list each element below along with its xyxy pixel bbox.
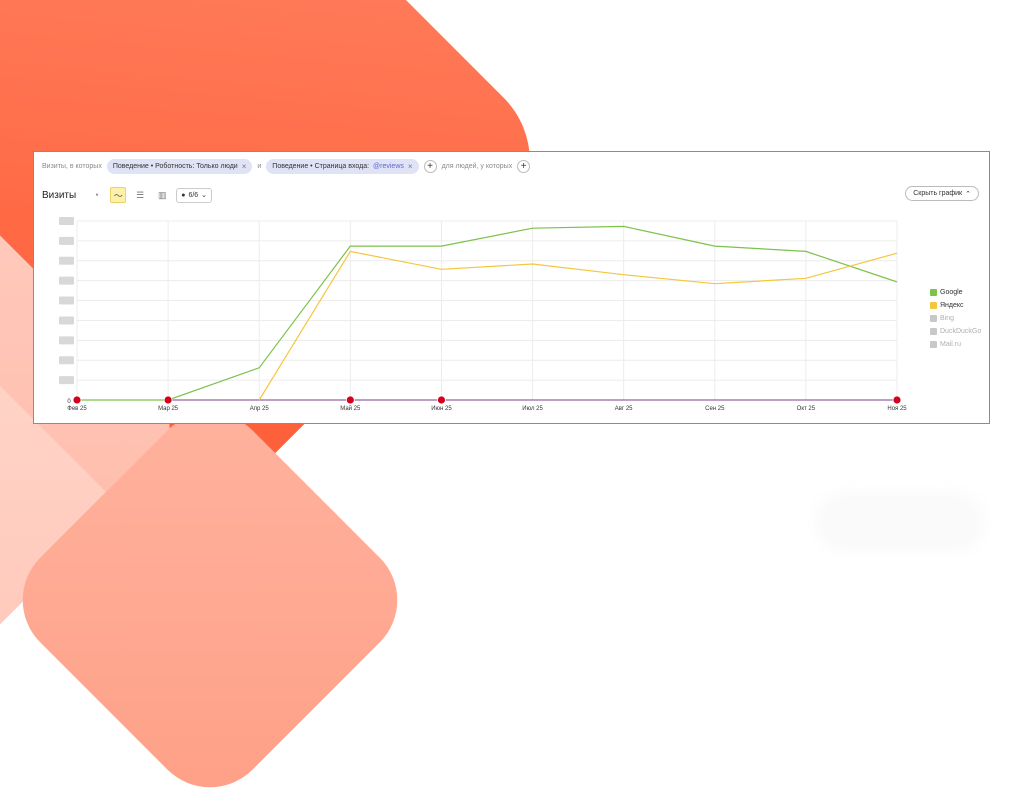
annotation-marker [164,396,172,404]
x-tick-label: Май 25 [340,405,361,412]
x-tick-label: Ноя 25 [887,406,907,412]
legend-label: Mail.ru [940,341,961,348]
x-tick-label: Июл 25 [522,406,543,412]
x-tick-label: Фев 25 [67,406,87,412]
legend-item[interactable]: Mail.ru [930,338,981,351]
annotation-marker [893,396,901,404]
series-line [259,251,897,400]
x-tick-label: Мар 25 [158,406,179,412]
x-tick-label: Окт 25 [797,406,816,412]
legend-checkbox[interactable] [930,341,937,348]
annotation-marker [346,396,354,404]
y-tick-label [59,316,74,324]
x-tick-label: Июн 25 [431,406,452,412]
legend-item[interactable]: Яндекс [930,299,981,312]
y-tick-label [59,376,74,384]
legend-checkbox[interactable] [930,315,937,322]
legend-label: Google [940,289,963,296]
decor-blur-shape [815,492,985,552]
legend-item[interactable]: Bing [930,312,981,325]
annotation-marker [73,396,81,404]
y-tick-label [59,257,74,265]
x-tick-label: Апр 25 [250,406,270,412]
legend-label: DuckDuckGo [940,328,981,335]
legend-checkbox[interactable] [930,289,937,296]
legend-item[interactable]: Google [930,286,981,299]
y-tick-label [59,356,74,364]
y-tick-label [59,217,74,225]
legend-label: Bing [940,315,954,322]
y-tick-label [59,237,74,245]
x-tick-label: Авг 25 [615,406,633,412]
legend-checkbox[interactable] [930,302,937,309]
y-tick-label [59,297,74,305]
legend-label: Яндекс [940,302,964,309]
report-panel: Визиты, в которых Поведение • Роботность… [33,151,990,424]
annotation-marker [437,396,445,404]
legend-item[interactable]: DuckDuckGo [930,325,981,338]
chart-legend: Google Яндекс Bing DuckDuckGo Mail.ru [930,286,981,351]
line-chart: 0Фев 25 Мар 25 Апр 25 Май 25 Июн 25 Июл 25 Авг… [34,152,989,423]
y-tick-label [59,277,74,285]
y-tick-label [59,336,74,344]
series-line [77,226,897,400]
y-tick-label: 0 [67,399,71,405]
x-tick-label: Сен 25 [705,406,725,412]
legend-checkbox[interactable] [930,328,937,335]
